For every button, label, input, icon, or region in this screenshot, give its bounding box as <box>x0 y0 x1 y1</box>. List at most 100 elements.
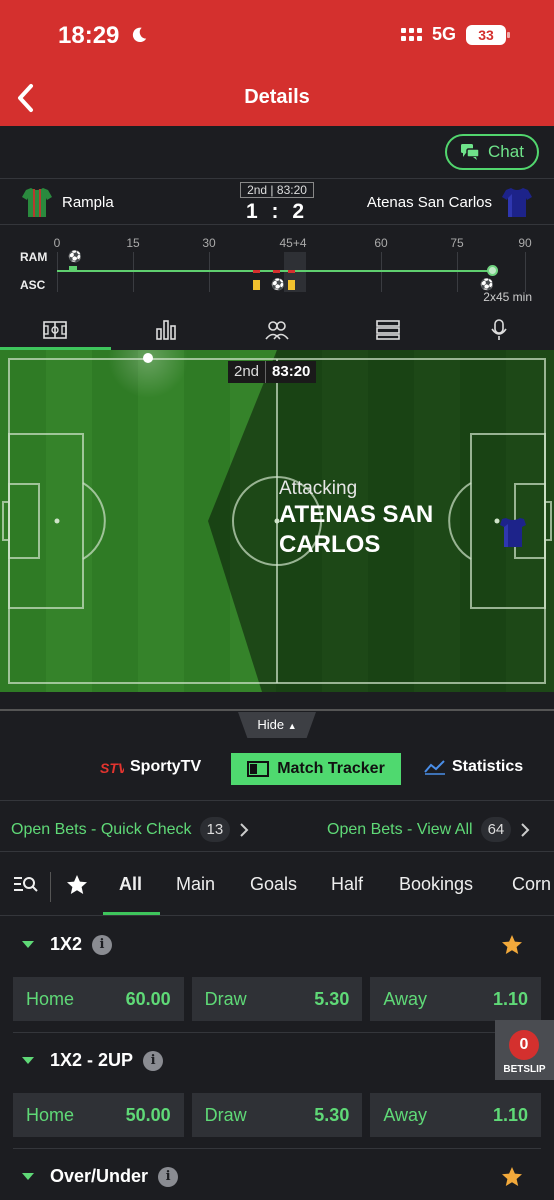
collapse-arrow-icon <box>22 941 34 948</box>
status-time: 18:29 <box>58 22 120 49</box>
odds-button-away[interactable]: Away 1.10 <box>370 1093 542 1137</box>
outcome-name: Home <box>26 1104 75 1125</box>
yellow-card-icon <box>288 280 295 290</box>
team-row: Rampla 2nd | 83:20 1 : 2 Atenas San Carl… <box>0 178 554 224</box>
open-bets-quick-check[interactable]: Open Bets - Quick Check 13 <box>11 817 250 842</box>
timeline-gridline <box>209 252 210 292</box>
odds-button-draw[interactable]: Draw 5.30 <box>191 1093 363 1137</box>
favorite-star-icon[interactable] <box>500 1165 524 1189</box>
red-card-icon <box>253 270 260 273</box>
tab-commentary[interactable] <box>443 310 554 350</box>
network-type: 5G <box>431 24 456 44</box>
match-period: 2nd <box>247 183 268 197</box>
tab-all[interactable]: All <box>119 874 142 895</box>
market-title: 1X2 - 2UP <box>50 1050 134 1070</box>
tracker-icon <box>247 761 270 777</box>
timeline-tick: 60 <box>374 236 388 250</box>
timeline-tick: 75 <box>450 236 464 250</box>
market-header[interactable]: 1X2 i <box>22 934 113 955</box>
tab-stats[interactable] <box>111 310 222 350</box>
sportytv-link[interactable]: STV SportyTV <box>100 758 201 776</box>
signal-icon <box>400 28 422 41</box>
goal-marker <box>69 266 77 270</box>
tab-goals[interactable]: Goals <box>250 874 297 895</box>
favorite-star-icon[interactable] <box>65 873 89 897</box>
market-divider <box>13 1032 541 1033</box>
pitch-clock: 2nd 83:20 <box>228 361 317 383</box>
market-divider <box>13 1148 541 1149</box>
favorite-star-icon[interactable] <box>500 933 524 957</box>
timeline-tick: 90 <box>518 236 532 250</box>
odds-button-home[interactable]: Home 60.00 <box>13 977 184 1021</box>
open-bets-view-all[interactable]: Open Bets - View All 64 <box>327 817 531 842</box>
outcome-name: Draw <box>204 1104 247 1125</box>
hide-label: Hide <box>257 717 285 732</box>
attacking-team: ATENAS SAN CARLOS <box>279 501 434 558</box>
away-team-name: Atenas San Carlos <box>366 194 492 211</box>
market-header[interactable]: 1X2 - 2UP i <box>22 1050 164 1071</box>
timeline-tick: 0 <box>53 236 61 250</box>
battery-icon: 33 <box>466 24 510 45</box>
tab-pitch[interactable] <box>0 310 111 350</box>
timeline-gridline <box>133 252 134 292</box>
betslip-button[interactable]: 0 BETSLIP <box>495 1020 554 1080</box>
chat-button[interactable]: Chat <box>445 134 539 170</box>
page-title: Details <box>244 86 310 108</box>
tab-lineups[interactable] <box>222 310 333 350</box>
bar-chart-icon <box>156 320 176 340</box>
sportytv-logo-icon: STV <box>100 760 124 776</box>
chat-label: Chat <box>488 142 524 161</box>
tab-separator <box>50 872 51 902</box>
market-tabs: All Main Goals Half Bookings Corn <box>0 860 554 916</box>
moon-icon <box>132 27 147 43</box>
info-icon[interactable]: i <box>158 1166 179 1187</box>
odds-button-away[interactable]: Away 1.10 <box>370 977 542 1021</box>
match-period-clock: 2nd | 83:20 <box>240 182 314 198</box>
open-bets-row: Open Bets - Quick Check 13 Open Bets - V… <box>0 800 554 852</box>
pitch-period: 2nd <box>228 361 267 383</box>
lineups-icon <box>265 321 289 340</box>
info-icon[interactable]: i <box>143 1050 164 1071</box>
match-score: 1 : 2 <box>245 200 309 223</box>
match-tracker-pitch <box>0 350 554 692</box>
tab-main[interactable]: Main <box>176 874 215 895</box>
odds-button-draw[interactable]: Draw 5.30 <box>191 977 363 1021</box>
statistics-label: Statistics <box>452 758 524 775</box>
outcome-name: Away <box>383 988 428 1009</box>
table-icon <box>375 320 400 340</box>
timeline-gridline <box>57 252 58 292</box>
match-header: Chat Rampla 2nd | 83:20 1 : 2 Atenas San… <box>0 126 554 310</box>
timeline-tick: 45+4 <box>279 236 307 250</box>
collapse-arrow-icon <box>22 1057 34 1064</box>
outcome-odds: 5.30 <box>314 988 350 1009</box>
red-card-icon <box>273 270 280 273</box>
market-title: 1X2 <box>50 934 83 954</box>
tab-standings[interactable] <box>332 310 443 350</box>
match-details-screen: 18:29 5G 33 Details Chat Rampla 2nd | 83… <box>0 0 554 1200</box>
goal-ball-icon: ⚽ <box>271 279 285 291</box>
match-duration: 2x45 min <box>483 290 532 304</box>
view-all-label: Open Bets - View All <box>327 820 473 838</box>
attacking-label: Attacking <box>279 478 358 499</box>
hide-button[interactable]: Hide ▲ <box>238 712 316 738</box>
tab-bookings[interactable]: Bookings <box>399 874 473 895</box>
match-timeline: RAM ASC 0 15 30 45+4 60 75 90 ⚽ ⚽ ⚽ 2x45… <box>0 226 554 308</box>
odds-button-home[interactable]: Home 50.00 <box>13 1093 184 1137</box>
info-icon[interactable]: i <box>92 934 113 955</box>
chevron-right-icon <box>240 822 249 837</box>
market-title: Over/Under <box>50 1166 149 1186</box>
search-list-icon[interactable] <box>13 874 39 894</box>
sportytv-label: SportyTV <box>130 758 202 775</box>
pitch-time: 83:20 <box>266 361 317 383</box>
timeline-current-marker <box>487 265 498 276</box>
chevron-right-icon <box>521 822 530 837</box>
statistics-link[interactable]: Statistics <box>424 758 523 776</box>
outcome-odds: 5.30 <box>314 1104 350 1125</box>
tab-half[interactable]: Half <box>331 874 363 895</box>
match-tracker-button[interactable]: Match Tracker <box>231 753 401 785</box>
goal-ball-icon: ⚽ <box>68 251 82 263</box>
market-header[interactable]: Over/Under i <box>22 1166 179 1187</box>
away-jersey-icon <box>502 188 532 217</box>
timeline-gridline <box>525 252 526 292</box>
tab-corners[interactable]: Corn <box>512 874 551 895</box>
